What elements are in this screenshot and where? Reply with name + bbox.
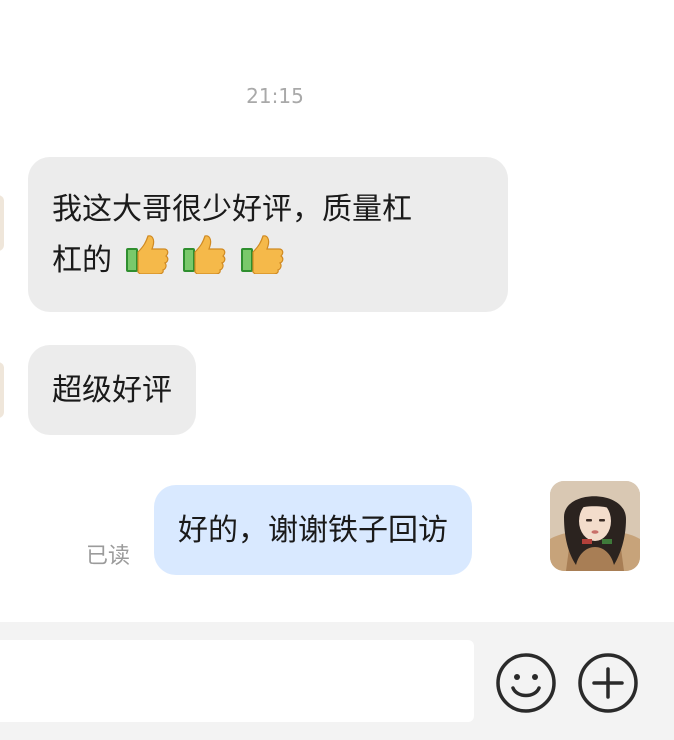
- read-status: 已读: [86, 544, 131, 569]
- avatar[interactable]: [550, 481, 640, 571]
- left-avatar-edge: [0, 195, 4, 251]
- message-input[interactable]: [0, 640, 474, 722]
- chat-input-bar: [0, 622, 674, 740]
- thumbs-up-icon: [124, 234, 170, 289]
- left-avatar-edge: [0, 362, 4, 418]
- message-text-line: 杠的: [52, 234, 484, 289]
- outgoing-message[interactable]: 好的，谢谢铁子回访: [154, 485, 472, 575]
- thumbs-up-icon: [239, 234, 285, 289]
- emoji-icon[interactable]: [495, 652, 557, 714]
- incoming-message[interactable]: 我这大哥很少好评，质量杠 杠的: [28, 157, 508, 312]
- message-text: 好的，谢谢铁子回访: [178, 513, 448, 548]
- incoming-message[interactable]: 超级好评: [28, 345, 196, 435]
- message-text: 超级好评: [52, 373, 172, 408]
- plus-icon[interactable]: [577, 652, 639, 714]
- message-text-line: 我这大哥很少好评，质量杠: [52, 192, 412, 227]
- message-timestamp: 21:15: [246, 84, 304, 108]
- chat-area: 21:15 我这大哥很少好评，质量杠 杠的 超级好评 已读 好的，谢谢铁子回访: [0, 0, 674, 622]
- message-text-line2: 杠的: [52, 243, 112, 278]
- thumbs-up-icon: [181, 234, 227, 289]
